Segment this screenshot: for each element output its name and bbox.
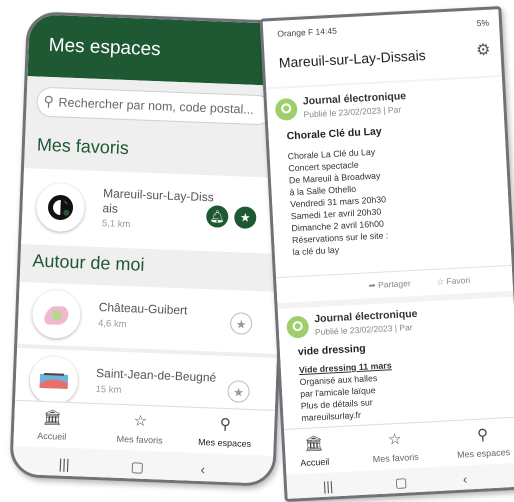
search-placeholder: Rechercher par nom, code postal... <box>58 95 254 117</box>
nav-spaces[interactable]: ⚲ Mes espaces <box>450 424 514 463</box>
post-body: Vide dressing 11 mars Organisé aux halle… <box>298 360 392 424</box>
nav-favorites[interactable]: ☆ Mes favoris <box>364 429 426 468</box>
back-icon[interactable]: ‹ <box>200 461 205 477</box>
nearby-name: Château-Guibert <box>98 300 188 318</box>
favorite-distance: 5,1 km <box>101 218 131 231</box>
nav-home[interactable]: 🏛︎ Accueil <box>23 407 80 445</box>
search-icon: ⚲ <box>476 426 489 444</box>
post-body: Chorale La Clé du Lay Concert spectacle De… <box>287 146 389 258</box>
star-icon[interactable]: ★ <box>233 206 257 230</box>
nearby-distance: 15 km <box>95 383 122 396</box>
favorite-name: Mareuil-sur-Lay-Diss ais <box>102 186 214 216</box>
favorite-card[interactable]: Mareuil-sur-Lay-Diss ais 5,1 km 🔔︎ ★ <box>21 168 284 254</box>
page-title: Mareuil-sur-Lay-Dissais <box>278 47 427 71</box>
list-item[interactable]: Château-Guibert 4,6 km ★ <box>17 281 280 354</box>
header: Mes espaces <box>27 14 290 87</box>
search-icon: ⚲ <box>219 415 232 434</box>
star-icon[interactable]: ★ <box>229 312 253 335</box>
home-button-icon[interactable]: ▢ <box>130 458 144 475</box>
post-title: Chorale Clé du Lay <box>286 125 382 143</box>
star-icon[interactable]: ★ <box>227 380 251 403</box>
nav-home[interactable]: 🏛︎ Accueil <box>288 433 340 472</box>
star-outline-icon: ☆ <box>133 412 148 430</box>
municipality-logo <box>31 289 82 340</box>
home-icon: 🏛︎ <box>303 434 324 453</box>
nearby-name: Saint-Jean-de-Beugné <box>95 365 217 385</box>
divider <box>276 264 512 279</box>
home-button-icon[interactable]: ▢ <box>395 475 408 492</box>
post-card[interactable]: Journal électronique Publié le 23/02/202… <box>277 296 514 431</box>
post-card[interactable]: Journal électronique Publié le 23/02/202… <box>266 77 514 304</box>
nearby-heading: Autour de moi <box>32 250 145 275</box>
search-input[interactable]: ⚲ Rechercher par nom, code postal... <box>36 86 273 126</box>
municipality-logo <box>35 182 86 233</box>
favorite-button[interactable]: ☆ Favori <box>436 275 470 288</box>
journal-icon <box>274 97 298 121</box>
bell-icon[interactable]: 🔔︎ <box>205 205 229 228</box>
home-icon: 🏛︎ <box>42 408 63 427</box>
right-phone: Orange F 14:45 5% Mareuil-sur-Lay-Dissai… <box>259 5 514 502</box>
recent-apps-icon[interactable]: ||| <box>323 478 334 494</box>
nav-favorites[interactable]: ☆ Mes favoris <box>109 411 170 449</box>
recent-apps-icon[interactable]: ||| <box>58 456 70 472</box>
municipality-logo <box>28 355 79 406</box>
gear-icon[interactable]: ⚙ <box>476 40 491 61</box>
post-title: vide dressing <box>297 342 366 359</box>
search-icon: ⚲ <box>43 92 55 110</box>
nearby-distance: 4,6 km <box>97 318 127 331</box>
status-bar-left: Orange F 14:45 <box>277 25 338 39</box>
battery-level: 5% <box>476 17 490 29</box>
news-feed: Journal électronique Publié le 23/02/202… <box>266 75 514 431</box>
nav-spaces[interactable]: ⚲ Mes espaces <box>189 414 260 453</box>
back-icon[interactable]: ‹ <box>462 471 467 486</box>
star-outline-icon: ☆ <box>387 430 402 449</box>
journal-icon <box>286 315 310 339</box>
page-title: Mes espaces <box>48 34 162 61</box>
favorites-heading: Mes favoris <box>36 134 130 159</box>
left-phone: Mes espaces ⚲ Rechercher par nom, code p… <box>9 11 293 487</box>
share-button[interactable]: ➦ Partager <box>368 278 411 291</box>
